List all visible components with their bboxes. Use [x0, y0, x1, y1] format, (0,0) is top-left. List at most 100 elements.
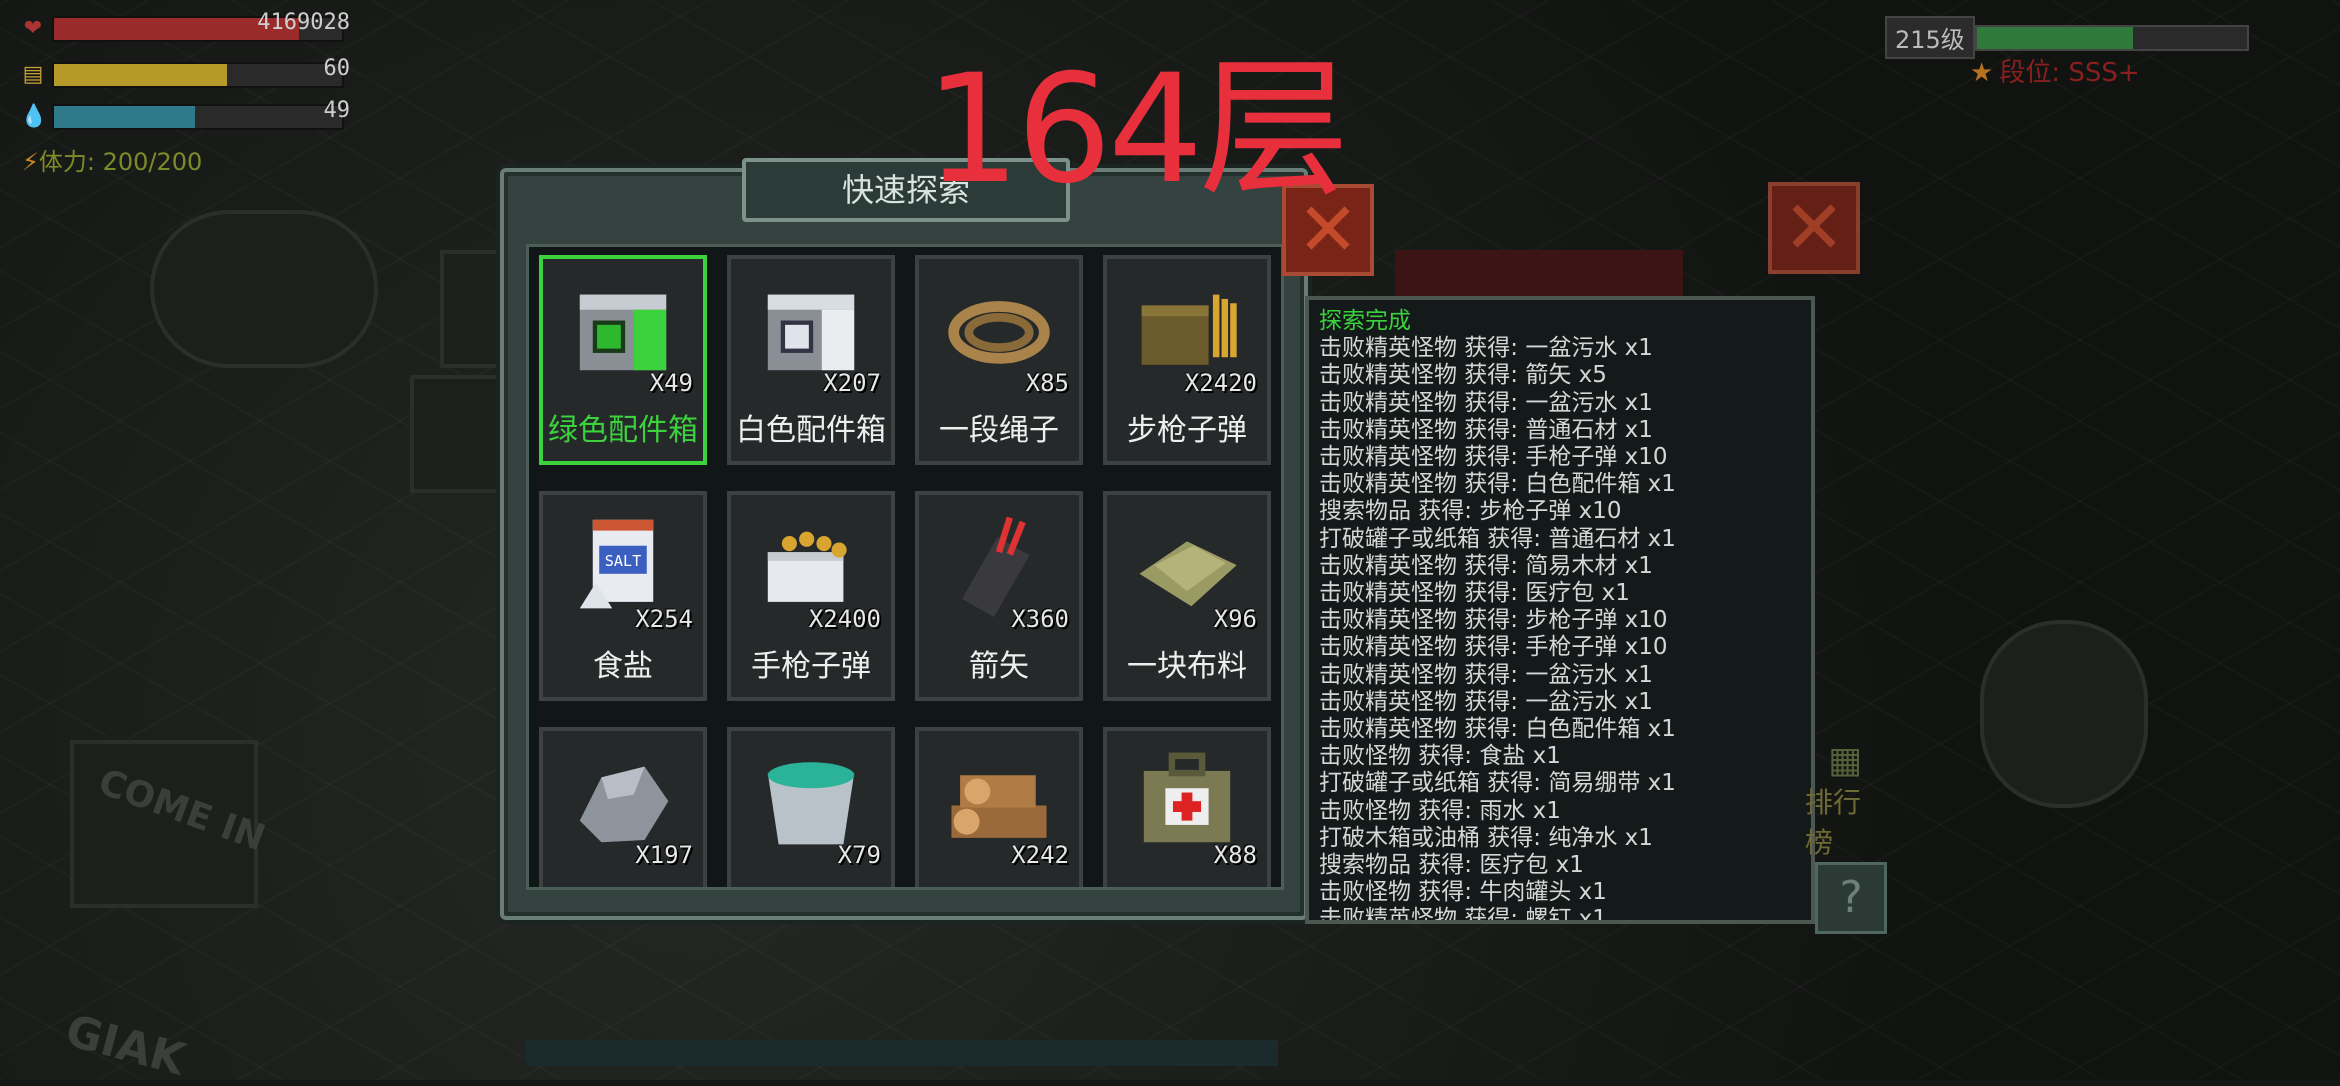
item-name: 食盐: [593, 649, 653, 684]
leaderboard-button[interactable]: ▦ 排行榜: [1805, 740, 1885, 861]
item-slot[interactable]: X197: [539, 727, 707, 887]
floor-title: 164层: [925, 43, 1349, 217]
close-icon: ✕: [1782, 185, 1845, 271]
grid-bottom-bar: [526, 1040, 1278, 1066]
item-slot[interactable]: X79: [727, 727, 895, 887]
item-name: 一块布料: [1127, 649, 1247, 684]
burger-icon: ▤: [22, 62, 44, 87]
log-line: 击败精英怪物 获得: 普通石材 x1: [1319, 416, 1653, 443]
hp-stat: ❤ 4169028: [20, 10, 350, 42]
item-count: X254: [635, 605, 693, 633]
background-tile-2: [410, 375, 508, 493]
medical-bag-icon: [1127, 745, 1247, 853]
item-slot[interactable]: X49 绿色配件箱: [539, 255, 707, 465]
item-slot[interactable]: X88: [1103, 727, 1271, 887]
log-line: 打破罐子或纸箱 获得: 普通石材 x1: [1319, 525, 1676, 552]
item-name: 手枪子弹: [751, 649, 871, 684]
background-banner: [1395, 250, 1683, 296]
wood-logs-icon: [939, 745, 1059, 853]
help-icon: ?: [1839, 872, 1863, 923]
log-line: 打破木箱或油桶 获得: 纯净水 x1: [1319, 824, 1653, 851]
log-line: 击败精英怪物 获得: 一盆污水 x1: [1319, 688, 1653, 715]
item-slot[interactable]: X96 一块布料: [1103, 491, 1271, 701]
hp-value: 4169028: [257, 10, 350, 35]
log-line: 打破罐子或纸箱 获得: 简易绷带 x1: [1319, 770, 1676, 797]
salt-bag-icon: SALT: [563, 509, 683, 617]
item-count: X2420: [1184, 369, 1257, 397]
log-line: 击败精英怪物 获得: 手枪子弹 x10: [1319, 444, 1668, 471]
item-slot[interactable]: X85 一段绳子: [915, 255, 1083, 465]
level-label: 215级: [1885, 16, 1975, 59]
calendar-check-icon: ▦: [1827, 740, 1862, 781]
log-line: 击败精英怪物 获得: 箭矢 x5: [1319, 362, 1607, 389]
log-line: 击败精英怪物 获得: 手枪子弹 x10: [1319, 634, 1668, 661]
food-stat: ▤ 60: [20, 56, 350, 88]
item-count: X242: [1011, 841, 1069, 869]
leaderboard-label: 排行榜: [1805, 786, 1862, 859]
log-line: 击败精英怪物 获得: 简易木材 x1: [1319, 552, 1653, 579]
log-line: 击败怪物 获得: 牛肉罐头 x1: [1319, 879, 1607, 906]
exploration-log[interactable]: 探索完成 击败精英怪物 获得: 一盆污水 x1 击败精英怪物 获得: 箭矢 x5 击…: [1305, 296, 1815, 924]
item-name: 绿色配件箱: [548, 413, 698, 448]
arrow-quiver-icon: [939, 509, 1059, 618]
lightning-icon: ⚡: [22, 148, 39, 176]
item-name: 步枪子弹: [1127, 413, 1247, 448]
item-name: 箭矢: [969, 649, 1029, 684]
water-value: 49: [323, 98, 351, 123]
log-line: 击败精英怪物 获得: 一盆污水 x1: [1319, 335, 1653, 362]
item-count: X79: [837, 841, 881, 869]
water-bar: 49: [52, 98, 350, 130]
log-line: 击败精英怪物 获得: 螺钉 x1: [1319, 906, 1607, 924]
log-header: 探索完成: [1319, 308, 1411, 334]
stamina-value: 体力: 200/200: [38, 148, 203, 176]
pistol-ammo-box-icon: [751, 509, 871, 617]
food-bar-fill: [54, 64, 227, 86]
item-count: X2400: [808, 605, 881, 633]
stamina-text: ⚡体力: 200/200: [22, 142, 202, 177]
green-parts-crate-icon: [563, 273, 683, 381]
log-line: 击败精英怪物 获得: 一盆污水 x1: [1319, 389, 1653, 416]
cloth-icon: [1127, 509, 1247, 617]
food-bar: 60: [52, 56, 350, 88]
item-name: 白色配件箱: [736, 413, 886, 448]
item-count: X88: [1213, 841, 1257, 869]
rifle-ammo-box-icon: [1127, 273, 1247, 381]
rank-text: 段位: SSS+: [1999, 58, 2140, 88]
item-count: X207: [823, 369, 881, 397]
log-line: 击败精英怪物 获得: 白色配件箱 x1: [1319, 716, 1676, 743]
item-count: X49: [649, 369, 693, 397]
item-slot[interactable]: X360 箭矢: [915, 491, 1083, 701]
item-count: X197: [635, 841, 693, 869]
log-line: 击败精英怪物 获得: 一盆污水 x1: [1319, 661, 1653, 688]
item-name: 一段绳子: [939, 413, 1059, 448]
log-line: 击败精英怪物 获得: 医疗包 x1: [1319, 580, 1630, 607]
level-exp-fill: [1976, 26, 2134, 49]
water-bar-fill: [54, 106, 196, 128]
rope-icon: [939, 273, 1059, 381]
water-drop-icon: 💧: [20, 104, 48, 129]
help-button[interactable]: ?: [1815, 862, 1887, 934]
white-parts-crate-icon: [751, 273, 871, 381]
item-slot[interactable]: X242: [915, 727, 1083, 887]
item-slot[interactable]: X207 白色配件箱: [727, 255, 895, 465]
item-slot[interactable]: X2400 手枪子弹: [727, 491, 895, 701]
background-close-button[interactable]: ✕: [1768, 182, 1860, 274]
item-slot[interactable]: SALT X254 食盐: [539, 491, 707, 701]
item-grid[interactable]: X49 绿色配件箱 X207 白色配件箱 X85 一段绳子 X2420 步枪子弹 SALT X25…: [526, 244, 1284, 890]
star-icon: ★: [1970, 58, 1994, 88]
background-tile-1: [440, 250, 508, 368]
log-line: 搜索物品 获得: 步枪子弹 x10: [1319, 498, 1622, 525]
item-count: X85: [1025, 369, 1069, 397]
log-line: 击败精英怪物 获得: 步枪子弹 x10: [1319, 607, 1668, 634]
log-line: 击败怪物 获得: 食盐 x1: [1319, 743, 1561, 770]
hp-bar: 4169028: [52, 10, 350, 42]
item-slot[interactable]: X2420 步枪子弹: [1103, 255, 1271, 465]
stone-icon: [563, 745, 683, 853]
log-line: 搜索物品 获得: 医疗包 x1: [1319, 852, 1584, 879]
svg-text:SALT: SALT: [605, 552, 641, 570]
background-round-object: [150, 210, 378, 368]
item-count: X360: [1011, 605, 1069, 633]
level-exp-bar: [1974, 24, 2249, 51]
item-count: X96: [1213, 605, 1257, 633]
quick-explore-panel: 快速探索 X49 绿色配件箱 X207 白色配件箱 X85 一段绳子 X2420 步枪子弹 SA…: [500, 158, 1308, 1066]
